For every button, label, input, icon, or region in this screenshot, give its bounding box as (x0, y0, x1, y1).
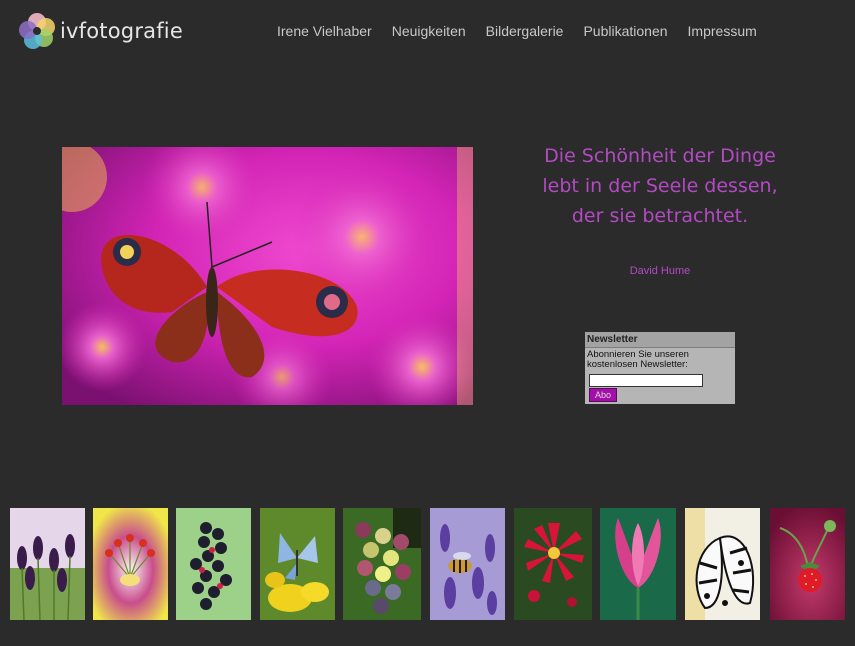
quote-text: Die Schönheit der Dinge lebt in der Seel… (500, 141, 820, 231)
newsletter-description: Abonnieren Sie unseren kostenlosen Newsl… (587, 349, 689, 370)
newsletter-box: Newsletter Abonnieren Sie unseren kosten… (585, 332, 735, 404)
nav-neuigkeiten[interactable]: Neuigkeiten (392, 23, 466, 39)
thumbnail-bee-lavender[interactable] (430, 508, 505, 620)
thumbnail-red-dahlia[interactable] (514, 508, 592, 620)
nav-impressum[interactable]: Impressum (688, 23, 757, 39)
newsletter-title: Newsletter (585, 332, 735, 348)
logo-icon (19, 13, 55, 49)
quote-line-1: Die Schönheit der Dinge (544, 145, 776, 167)
nav-bildergalerie[interactable]: Bildergalerie (486, 23, 564, 39)
quote-line-2: lebt in der Seele dessen, (542, 175, 778, 197)
quote-line-3: der sie betrachtet. (571, 205, 749, 227)
thumbnail-grapes[interactable] (343, 508, 421, 620)
thumbnail-wild-strawberry[interactable] (770, 508, 845, 620)
newsletter-subscribe-button[interactable]: Abo (589, 388, 617, 402)
thumbnail-black-white-butterfly[interactable] (685, 508, 760, 620)
thumbnail-flower-stamens[interactable] (93, 508, 168, 620)
thumbnail-dark-berries[interactable] (176, 508, 251, 620)
main-nav: Irene Vielhaber Neuigkeiten Bildergaleri… (277, 23, 777, 39)
thumbnail-pink-tulip[interactable] (600, 508, 676, 620)
logo-link[interactable]: ivfotografie (19, 13, 183, 49)
logo-text: ivfotografie (60, 19, 183, 43)
hero-photo-butterfly (62, 147, 473, 405)
newsletter-email-input[interactable] (589, 374, 703, 387)
nav-publikationen[interactable]: Publikationen (583, 23, 667, 39)
nav-irene-vielhaber[interactable]: Irene Vielhaber (277, 23, 372, 39)
quote-author: David Hume (629, 265, 691, 277)
thumbnail-lavender[interactable] (10, 508, 85, 620)
thumbnail-blue-butterfly[interactable] (260, 508, 335, 620)
